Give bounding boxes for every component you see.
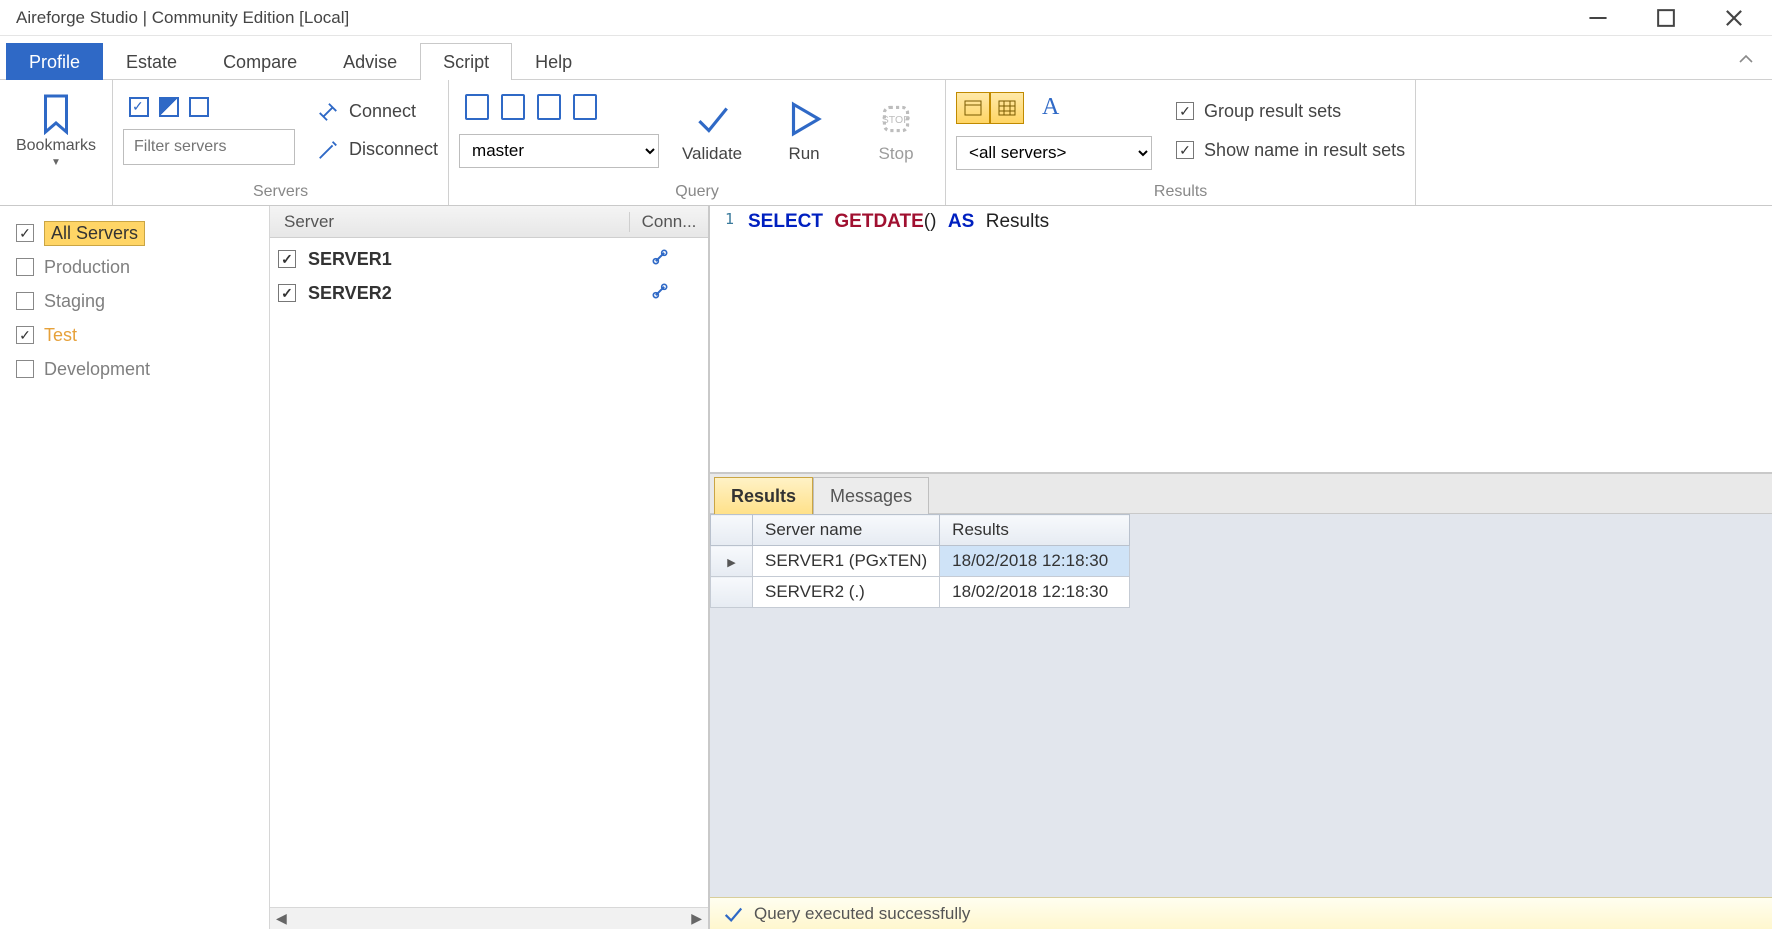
database-select[interactable]: master: [459, 134, 659, 168]
servers-caption: Servers: [113, 181, 448, 205]
checkbox-icon: ✓: [16, 326, 34, 344]
env-item-development[interactable]: Development: [16, 352, 253, 386]
window-title: Aireforge Studio | Community Edition [Lo…: [8, 8, 349, 28]
workspace: ✓ All Servers Production Staging ✓ Test …: [0, 206, 1772, 929]
result-view-toggle[interactable]: [956, 92, 1024, 124]
tab-messages[interactable]: Messages: [813, 477, 929, 514]
server-list-header: Server Conn...: [270, 206, 708, 238]
title-bar: Aireforge Studio | Community Edition [Lo…: [0, 0, 1772, 36]
environments-panel: ✓ All Servers Production Staging ✓ Test …: [0, 206, 270, 929]
row-header[interactable]: [711, 546, 753, 577]
horizontal-scrollbar[interactable]: ◀▶: [270, 907, 708, 929]
connect-button[interactable]: Connect: [317, 101, 438, 123]
menu-profile[interactable]: Profile: [6, 43, 103, 80]
checkbox-icon: ✓: [1176, 141, 1194, 159]
result-tab-strip: Results Messages: [710, 474, 1772, 514]
server-list-panel: Server Conn... ✓ SERVER1 ✓ SERVER2 ◀▶: [270, 206, 710, 929]
checkbox-icon: [16, 292, 34, 310]
menu-help[interactable]: Help: [512, 43, 595, 80]
run-button[interactable]: Run: [765, 98, 843, 164]
status-bar: Query executed successfully: [710, 897, 1772, 929]
close-icon[interactable]: [1724, 8, 1744, 28]
checkbox-icon[interactable]: ✓: [278, 284, 296, 302]
row-header-corner: [711, 515, 753, 546]
result-grid-area: Server name Results SERVER1 (PGxTEN) 18/…: [710, 514, 1772, 897]
minimize-icon[interactable]: [1588, 8, 1608, 28]
bookmark-icon[interactable]: [38, 93, 74, 135]
new-query-icon[interactable]: [465, 94, 489, 120]
sql-code[interactable]: SELECT GETDATE() AS Results: [740, 206, 1772, 472]
filter-servers-input[interactable]: [123, 129, 295, 165]
ribbon-group-servers: Connect Disconnect Servers: [113, 80, 449, 205]
results-caption: Results: [946, 181, 1415, 205]
play-icon: [783, 98, 825, 140]
query-caption: Query: [449, 181, 945, 205]
bookmarks-label[interactable]: Bookmarks: [16, 137, 96, 155]
success-icon: [722, 903, 744, 925]
menu-script[interactable]: Script: [420, 43, 512, 80]
connected-icon: [650, 281, 700, 306]
connected-icon: [650, 247, 700, 272]
open-query-icon[interactable]: [501, 94, 525, 120]
ribbon-group-results: A <all servers> ✓ Group result sets ✓ Sh…: [946, 80, 1416, 205]
server-row[interactable]: ✓ SERVER1: [278, 242, 700, 276]
line-gutter: 1: [710, 206, 740, 472]
maximize-icon[interactable]: [1656, 8, 1676, 28]
col-server-name[interactable]: Server name: [753, 515, 940, 546]
server-row[interactable]: ✓ SERVER2: [278, 276, 700, 310]
menu-advise[interactable]: Advise: [320, 43, 420, 80]
result-row[interactable]: SERVER1 (PGxTEN) 18/02/2018 12:18:30: [711, 546, 1130, 577]
main-panel: 1 SELECT GETDATE() AS Results Results Me…: [710, 206, 1772, 929]
col-results[interactable]: Results: [940, 515, 1130, 546]
row-header[interactable]: [711, 577, 753, 608]
grid-view-icon[interactable]: [956, 92, 990, 124]
tab-results[interactable]: Results: [714, 477, 813, 514]
env-item-all[interactable]: ✓ All Servers: [16, 216, 253, 250]
server-col-header[interactable]: Server: [270, 212, 630, 232]
menu-estate[interactable]: Estate: [103, 43, 200, 80]
result-server-select[interactable]: <all servers>: [956, 136, 1152, 170]
table-view-icon[interactable]: [990, 92, 1024, 124]
check-icon: [691, 98, 733, 140]
checkbox-icon: [16, 258, 34, 276]
find-icon[interactable]: [573, 94, 597, 120]
ribbon-group-query: master Validate Run STOP Stop Query: [449, 80, 946, 205]
status-message: Query executed successfully: [754, 904, 970, 924]
svg-text:STOP: STOP: [882, 114, 910, 126]
env-item-test[interactable]: ✓ Test: [16, 318, 253, 352]
checkbox-icon: ✓: [16, 224, 34, 242]
menu-compare[interactable]: Compare: [200, 43, 320, 80]
connect-icon: [317, 101, 339, 123]
chevron-down-icon[interactable]: ▼: [51, 157, 61, 168]
ribbon-group-bookmarks: Bookmarks ▼: [0, 80, 113, 205]
ribbon-collapse-icon[interactable]: [1720, 42, 1772, 79]
ribbon: Bookmarks ▼ Connect: [0, 80, 1772, 206]
disconnect-icon: [317, 139, 339, 161]
conn-col-header[interactable]: Conn...: [630, 212, 708, 232]
show-name-checkbox[interactable]: ✓ Show name in result sets: [1176, 140, 1405, 161]
stop-icon: STOP: [875, 98, 917, 140]
result-row[interactable]: SERVER2 (.) 18/02/2018 12:18:30: [711, 577, 1130, 608]
uncheck-all-icon[interactable]: [189, 97, 209, 117]
result-grid[interactable]: Server name Results SERVER1 (PGxTEN) 18/…: [710, 514, 1130, 608]
env-item-production[interactable]: Production: [16, 250, 253, 284]
env-item-staging[interactable]: Staging: [16, 284, 253, 318]
checkbox-icon[interactable]: ✓: [278, 250, 296, 268]
sql-editor[interactable]: 1 SELECT GETDATE() AS Results: [710, 206, 1772, 474]
group-results-checkbox[interactable]: ✓ Group result sets: [1176, 101, 1405, 122]
checkbox-icon: ✓: [1176, 102, 1194, 120]
text-results-icon[interactable]: A: [1032, 94, 1059, 121]
checkbox-icon: [16, 360, 34, 378]
check-all-icon[interactable]: [129, 97, 149, 117]
save-query-icon[interactable]: [537, 94, 561, 120]
validate-button[interactable]: Validate: [673, 98, 751, 164]
disconnect-button[interactable]: Disconnect: [317, 139, 438, 161]
invert-selection-icon[interactable]: [159, 97, 179, 117]
stop-button: STOP Stop: [857, 98, 935, 164]
menu-bar: Profile Estate Compare Advise Script Hel…: [0, 36, 1772, 80]
